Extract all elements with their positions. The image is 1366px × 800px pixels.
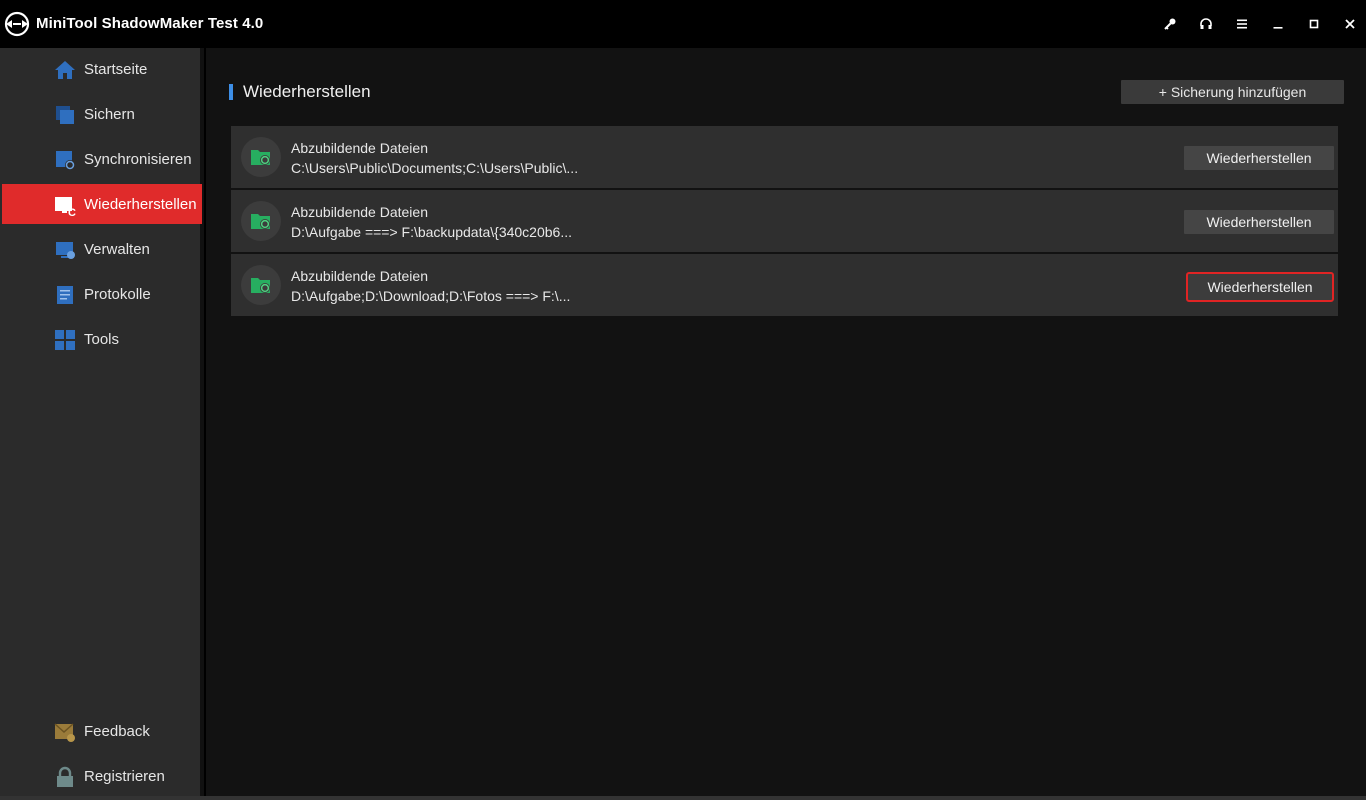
bottom-border (0, 796, 1366, 800)
sidebar-item-label: Feedback (84, 723, 150, 740)
headset-icon[interactable] (1194, 12, 1218, 36)
restore-button[interactable]: Wiederherstellen (1184, 146, 1334, 170)
sidebar-item-protokolle[interactable]: Protokolle (2, 274, 202, 314)
sidebar-item-sichern[interactable]: Sichern (2, 94, 202, 134)
title-bar: MiniTool ShadowMaker Test 4.0 (0, 0, 1366, 48)
home-icon (55, 61, 75, 79)
close-icon[interactable] (1338, 12, 1362, 36)
key-icon[interactable] (1158, 12, 1182, 36)
sidebar-item-registrieren[interactable]: Registrieren (2, 756, 202, 796)
restore-button[interactable]: Wiederherstellen (1184, 210, 1334, 234)
backup-icon (56, 106, 74, 124)
task-title: Abzubildende Dateien (291, 268, 428, 284)
restore-button-highlighted[interactable]: Wiederherstellen (1186, 272, 1334, 302)
log-icon (57, 286, 73, 304)
svg-text:C: C (68, 207, 76, 216)
maximize-icon[interactable] (1302, 12, 1326, 36)
sidebar-item-label: Synchronisieren (84, 151, 192, 168)
page-title-marker (229, 84, 233, 100)
app-logo-icon (4, 11, 30, 37)
main-panel: Wiederherstellen + Sicherung hinzufügen … (206, 48, 1366, 796)
manage-icon (56, 242, 75, 259)
folder-restore-icon (241, 265, 281, 305)
menu-icon[interactable] (1230, 12, 1254, 36)
sidebar-item-label: Protokolle (84, 286, 151, 303)
sidebar-item-label: Registrieren (84, 768, 165, 785)
sidebar-item-label: Wiederherstellen (84, 196, 197, 213)
sidebar-item-label: Startseite (84, 61, 148, 78)
app-title: MiniTool ShadowMaker Test 4.0 (36, 15, 264, 32)
minimize-icon[interactable] (1266, 12, 1290, 36)
tools-icon (55, 330, 75, 350)
task-row: Abzubildende Dateien D:\Aufgabe;D:\Downl… (231, 254, 1338, 316)
sync-icon (56, 151, 75, 170)
task-row: Abzubildende Dateien D:\Aufgabe ===> F:\… (231, 190, 1338, 252)
add-backup-button[interactable]: + Sicherung hinzufügen (1121, 80, 1344, 104)
task-title: Abzubildende Dateien (291, 204, 428, 220)
restore-icon: C (55, 197, 76, 216)
task-title: Abzubildende Dateien (291, 140, 428, 156)
lock-icon (57, 766, 73, 787)
page-title: Wiederherstellen (243, 82, 371, 101)
sidebar-item-label: Tools (84, 331, 120, 348)
feedback-icon (54, 723, 75, 742)
sidebar-item-synchronisieren[interactable]: Synchronisieren (2, 139, 202, 179)
folder-restore-icon (241, 137, 281, 177)
task-path: C:\Users\Public\Documents;C:\Users\Publi… (291, 160, 579, 176)
task-path: D:\Aufgabe;D:\Download;D:\Fotos ===> F:\… (291, 288, 571, 304)
sidebar-item-label: Verwalten (84, 241, 150, 258)
sidebar: Startseite Sichern Synchronisieren C Wie… (0, 48, 204, 796)
sidebar-item-wiederherstellen[interactable]: C Wiederherstellen (2, 184, 202, 224)
task-path: D:\Aufgabe ===> F:\backupdata\{340c20b6.… (291, 224, 572, 240)
sidebar-item-startseite[interactable]: Startseite (2, 49, 202, 89)
sidebar-item-label: Sichern (84, 106, 135, 123)
folder-restore-icon (241, 201, 281, 241)
sidebar-item-verwalten[interactable]: Verwalten (2, 229, 202, 269)
task-row: Abzubildende Dateien C:\Users\Public\Doc… (231, 126, 1338, 188)
sidebar-item-feedback[interactable]: Feedback (2, 711, 202, 751)
sidebar-item-tools[interactable]: Tools (2, 319, 202, 359)
